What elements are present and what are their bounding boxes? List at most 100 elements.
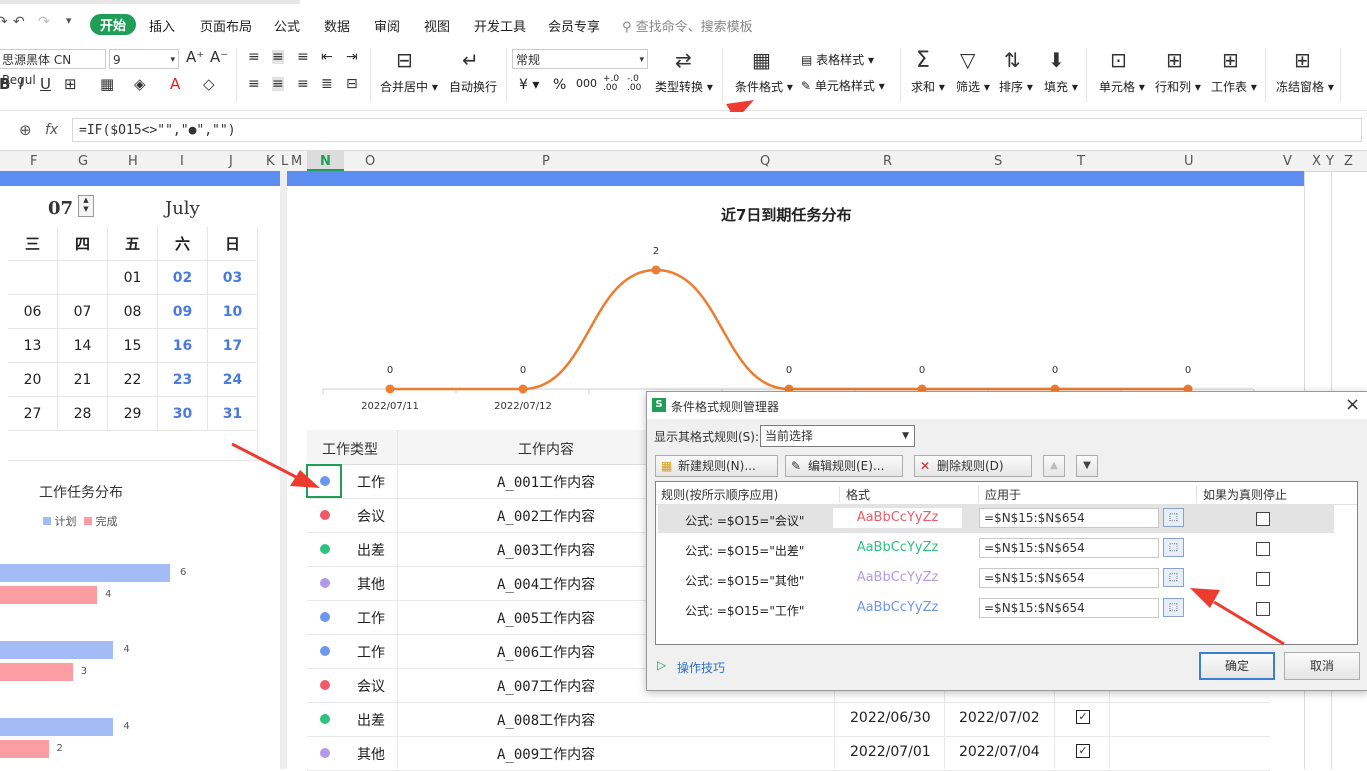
work-type-cell[interactable]: 工作 [357,642,385,662]
start-date-cell[interactable]: 2022/06/30 [850,710,931,726]
move-up-button[interactable]: ▲ [1043,455,1065,477]
range-picker-icon[interactable]: ⬚ [1163,508,1184,527]
rule-apply-range[interactable]: =$N$15:$N$654 [979,568,1159,588]
fill-color-icon[interactable]: ◈ [134,77,146,92]
calendar-day[interactable] [8,261,58,295]
percent-button[interactable]: % [553,77,566,93]
calendar-day[interactable]: 15 [108,329,158,363]
column-header[interactable]: Q [760,154,770,169]
fill-icon[interactable]: ⬇ [1048,50,1065,70]
work-content-cell[interactable]: A_006工作内容 [497,642,595,662]
work-type-cell[interactable]: 工作 [357,608,385,628]
number-format-select[interactable]: 常规 ▾ [512,49,648,69]
conditional-format-icon[interactable]: ▦ [752,50,771,70]
month-spinner[interactable]: ▲ ▼ [78,195,94,217]
calendar-day[interactable]: 10 [208,295,258,329]
auto-wrap-button[interactable]: 自动换行 [449,78,497,95]
sort-icon[interactable]: ⇅ [1004,50,1021,70]
calendar-day[interactable]: 23 [158,363,208,397]
cancel-button[interactable]: 取消 [1284,652,1360,680]
calendar-day[interactable]: 21 [58,363,108,397]
table-row[interactable]: 出差 A_008工作内容 2022/06/30 2022/07/02 ✓ [307,702,1270,737]
tab-insert[interactable]: 插入 [149,16,175,35]
align-bottom-icon[interactable]: ≡ [297,50,309,64]
cell-icon[interactable]: ⊡ [1110,50,1127,70]
calendar-day[interactable]: 20 [8,363,58,397]
work-content-cell[interactable]: A_003工作内容 [497,540,595,560]
calendar-day[interactable]: 08 [108,295,158,329]
increase-decimal-icon[interactable]: +.0.00 [603,75,619,93]
redo-icon[interactable]: ↷ [0,14,8,30]
calendar-day[interactable]: 29 [108,397,158,431]
close-icon[interactable]: × [1345,394,1360,415]
font-size-select[interactable]: 9 ▾ [109,49,179,69]
tab-view[interactable]: 视图 [424,16,450,35]
sort-button[interactable]: 排序 ▾ [999,78,1033,95]
work-content-cell[interactable]: A_007工作内容 [497,676,595,696]
rule-apply-range[interactable]: =$N$15:$N$654 [979,538,1159,558]
tab-data[interactable]: 数据 [324,16,350,35]
delete-rule-button[interactable]: ✕ 删除规则(D) [914,455,1032,477]
calendar-day[interactable]: 22 [108,363,158,397]
worksheet-icon[interactable]: ⊞ [1222,50,1239,70]
filter-icon[interactable]: ▽ [960,50,975,70]
calendar-day[interactable]: 28 [58,397,108,431]
calendar-day[interactable]: 02 [158,261,208,295]
sum-button[interactable]: 求和 ▾ [911,78,945,95]
column-header[interactable]: Z [1344,154,1353,169]
column-header[interactable]: I [180,154,184,169]
align-middle-icon[interactable]: ≡ [272,50,284,64]
end-date-cell[interactable]: 2022/07/04 [959,744,1040,760]
ok-button[interactable]: 确定 [1199,652,1275,680]
currency-button[interactable]: ¥ ▾ [519,77,539,93]
work-type-cell[interactable]: 工作 [357,472,385,492]
rule-row[interactable]: 公式: =$O15="会议" AaBbCcYyZz =$N$15:$N$654 ⬚ [658,505,1334,533]
work-type-cell[interactable]: 出差 [357,540,385,560]
decrease-decimal-icon[interactable]: -.0.00 [627,75,641,93]
freeze-icon[interactable]: ⊞ [1294,50,1311,70]
font-name-select[interactable]: 思源黑体 CN Regul [0,49,106,87]
rule-apply-range[interactable]: =$N$15:$N$654 [979,508,1159,528]
work-content-cell[interactable]: A_009工作内容 [497,744,595,764]
work-type-cell[interactable]: 会议 [357,506,385,526]
cell-shading-icon[interactable]: ▦ [100,77,114,92]
freeze-button[interactable]: 冻结窗格 ▾ [1276,78,1334,95]
column-header[interactable]: H [128,154,138,169]
calendar-day[interactable]: 24 [208,363,258,397]
border-icon[interactable]: ⊞ [64,77,77,92]
work-content-cell[interactable]: A_008工作内容 [497,710,595,730]
column-header[interactable]: T [1077,154,1085,169]
move-down-button[interactable]: ▼ [1076,455,1098,477]
table-row[interactable]: 其他 A_009工作内容 2022/07/01 2022/07/04 ✓ [307,736,1270,771]
tips-link[interactable]: 操作技巧 [677,659,725,676]
fill-button[interactable]: 填充 ▾ [1044,78,1078,95]
fx-icon[interactable]: fx [45,122,58,138]
type-convert-icon[interactable]: ⇄ [675,50,692,70]
column-header[interactable]: K [266,154,275,169]
stop-if-true-checkbox[interactable] [1256,542,1270,556]
decrease-font-icon[interactable]: A⁻ [210,50,228,65]
align-right-icon[interactable]: ≡ [297,77,309,91]
calendar-day[interactable] [58,261,108,295]
tab-formulas[interactable]: 公式 [274,16,300,35]
calendar-day[interactable]: 14 [58,329,108,363]
tab-home[interactable]: 开始 [90,14,137,35]
stop-if-true-checkbox[interactable] [1256,512,1270,526]
work-type-cell[interactable]: 其他 [357,574,385,594]
clear-format-icon[interactable]: ◇ [203,77,215,92]
align-top-icon[interactable]: ≡ [248,50,260,64]
cell-button[interactable]: 单元格 ▾ [1099,78,1145,95]
end-date-cell[interactable]: 2022/07/02 [959,710,1040,726]
calendar-day[interactable]: 17 [208,329,258,363]
indent-decrease-icon[interactable]: ⇤ [321,50,333,64]
table-style-button[interactable]: ▤ 表格样式 ▾ [801,51,874,68]
merge-center-button[interactable]: 合并居中 ▾ [380,78,438,95]
calendar-day[interactable]: 07 [58,295,108,329]
sum-icon[interactable]: Σ [916,50,930,72]
tab-review[interactable]: 审阅 [374,16,400,35]
increase-font-icon[interactable]: A⁺ [186,50,204,65]
search-command[interactable]: ⚲ 查找命令、搜索模板 [622,16,753,35]
justify-icon[interactable]: ≣ [321,77,333,91]
quick-access-dropdown-icon[interactable]: ▾ [66,14,72,27]
auto-wrap-icon[interactable]: ↵ [462,50,479,70]
